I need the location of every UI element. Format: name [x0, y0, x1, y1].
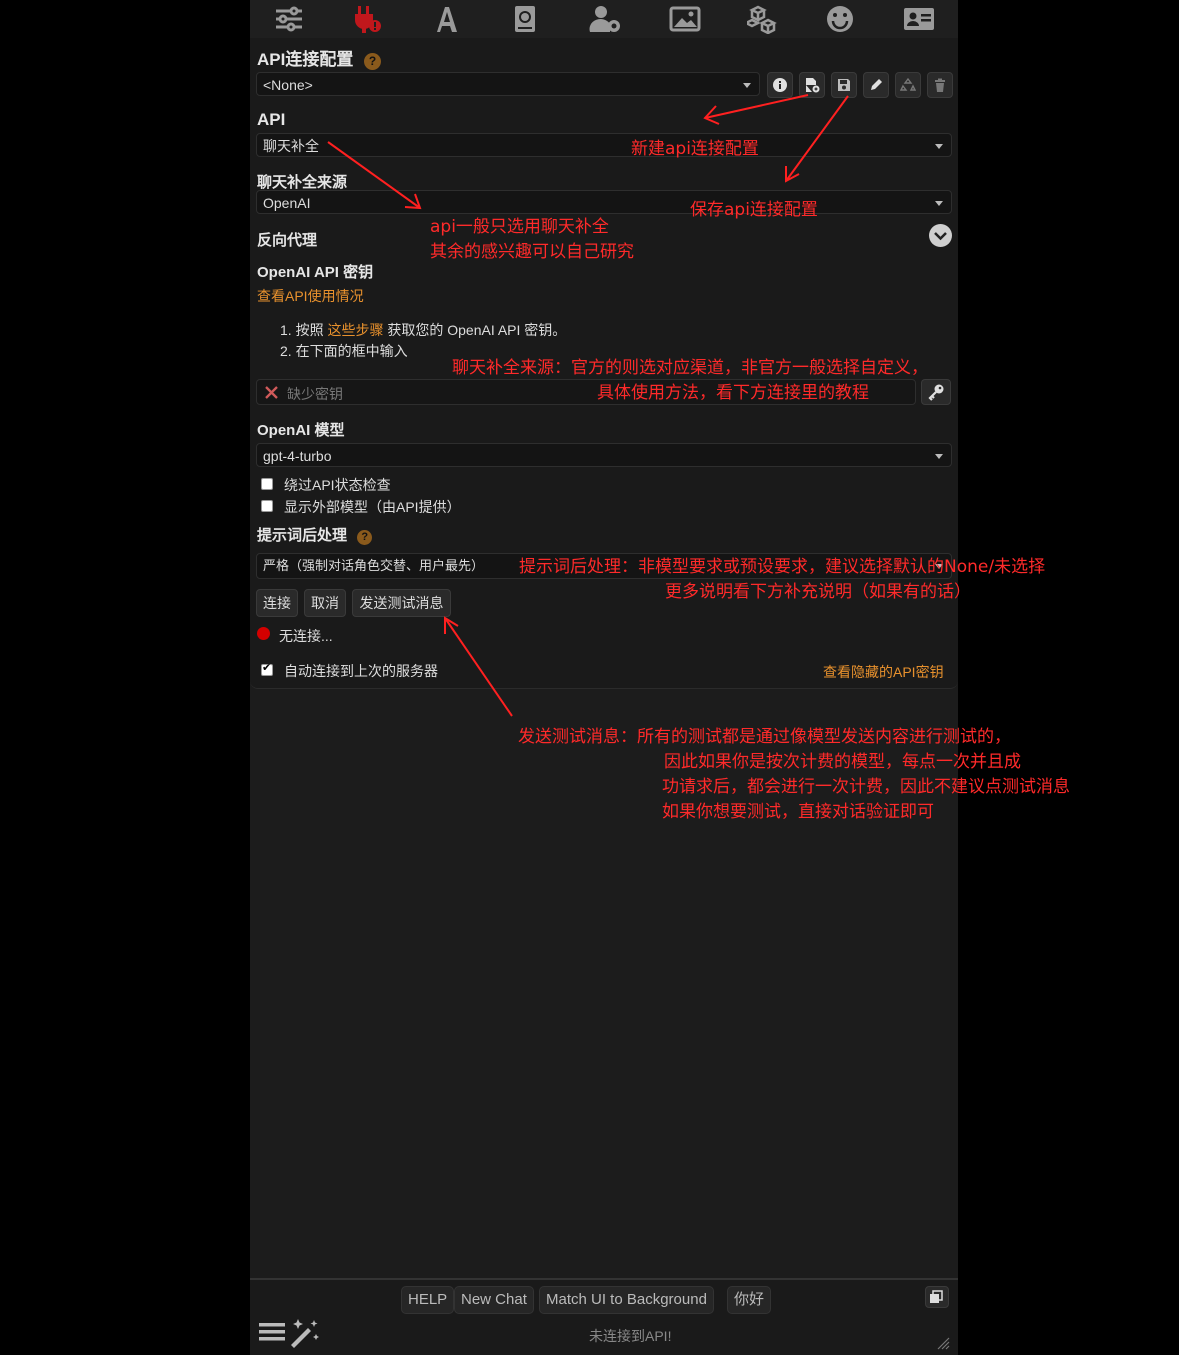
annotation-test-3: 功请求后，都会进行一次计费，因此不建议点测试消息	[662, 777, 1070, 797]
cubes-icon[interactable]	[746, 3, 780, 35]
annotation-api-choice-1: api一般只选用聊天补全	[430, 217, 609, 237]
connect-button[interactable]: 连接	[256, 589, 298, 617]
info-icon[interactable]	[767, 72, 793, 98]
missing-key-icon	[265, 386, 278, 399]
new-profile-icon[interactable]	[799, 72, 825, 98]
api-usage-link[interactable]: 查看API使用情况	[257, 286, 364, 306]
annotation-test-4: 如果你想要测试，直接对话验证即可	[662, 802, 934, 822]
model-label: OpenAI 模型	[257, 422, 345, 439]
model-select[interactable]: gpt-4-turbo	[256, 443, 952, 467]
instructions-step2: 2. 在下面的框中输入	[280, 343, 408, 359]
user-gear-icon[interactable]	[588, 3, 622, 35]
annotation-save-config: 保存api连接配置	[690, 200, 818, 220]
annotation-postproc-2: 更多说明看下方补充说明（如果有的话）	[665, 582, 971, 602]
sliders-icon[interactable]	[272, 3, 306, 35]
magic-wand-icon[interactable]	[288, 1316, 322, 1351]
settings-panel: API连接配置 ? <None> API 聊天补全 聊天补全来源 OpenAI …	[250, 0, 958, 1355]
annotation-api-choice-2: 其余的感兴趣可以自己研究	[430, 242, 634, 262]
chat-source-label: 聊天补全来源	[257, 174, 348, 191]
annotation-postproc-1: 提示词后处理：非模型要求或预设要求，建议选择默认的None/未选择	[519, 557, 1046, 577]
smile-icon[interactable]	[823, 3, 857, 35]
id-card-icon[interactable]	[902, 3, 936, 35]
save-profile-icon[interactable]	[831, 72, 857, 98]
quick-reply-match-ui[interactable]: Match UI to Background	[539, 1286, 714, 1314]
annotation-test-2: 因此如果你是按次计费的模型，每点一次并且成	[664, 752, 1021, 772]
resize-handle-icon[interactable]	[936, 1336, 950, 1353]
bypass-status-checkbox[interactable]	[261, 478, 273, 490]
image-icon[interactable]	[668, 3, 702, 35]
annotation-test-1: 发送测试消息：所有的测试都是通过像模型发送内容进行测试的，	[518, 727, 1011, 747]
annotation-source-1: 聊天补全来源：官方的则选对应渠道，非官方一般选择自定义，	[452, 358, 928, 378]
book-icon[interactable]	[508, 3, 542, 35]
plug-icon[interactable]	[350, 3, 384, 35]
api-select[interactable]: 聊天补全	[256, 133, 952, 157]
quick-reply-help[interactable]: HELP	[401, 1286, 455, 1314]
hidden-keys-link[interactable]: 查看隐藏的API密钥	[823, 662, 944, 682]
font-icon[interactable]	[430, 3, 464, 35]
reload-profile-icon[interactable]	[895, 72, 921, 98]
postprocess-label: 提示词后处理 ?	[257, 524, 373, 545]
quick-reply-new-chat[interactable]: New Chat	[454, 1286, 534, 1314]
key-icon[interactable]	[921, 379, 951, 405]
menu-icon[interactable]	[258, 1318, 286, 1349]
send-test-button[interactable]: 发送测试消息	[352, 589, 451, 617]
bottom-bar: HELP New Chat Match UI to Background 你好 …	[250, 1278, 958, 1355]
rename-profile-icon[interactable]	[863, 72, 889, 98]
bypass-status-label: 绕过API状态检查	[284, 477, 391, 493]
delete-profile-icon[interactable]	[927, 72, 953, 98]
chevron-down-icon[interactable]	[929, 224, 952, 247]
reverse-proxy-label: 反向代理	[257, 232, 318, 249]
copy-icon[interactable]	[925, 1286, 949, 1308]
api-label: API	[257, 110, 286, 129]
connection-status-footer: 未连接到API!	[589, 1328, 672, 1344]
help-icon[interactable]: ?	[364, 52, 382, 70]
cancel-button[interactable]: 取消	[304, 589, 346, 617]
openai-key-label: OpenAI API 密钥	[257, 264, 374, 281]
api-config-title: API连接配置 ?	[257, 45, 382, 70]
top-toolbar	[250, 0, 958, 39]
chat-source-select[interactable]: OpenAI	[256, 190, 952, 214]
show-external-checkbox[interactable]	[261, 500, 273, 512]
auto-connect-checkbox[interactable]	[261, 661, 273, 676]
annotation-source-2: 具体使用方法，看下方连接里的教程	[597, 383, 869, 403]
show-external-label: 显示外部模型（由API提供）	[284, 499, 461, 515]
steps-link[interactable]: 这些步骤	[327, 322, 383, 338]
status-indicator	[257, 627, 270, 640]
status-text: 无连接...	[279, 628, 333, 644]
help-icon[interactable]: ?	[357, 529, 373, 545]
connection-profile-select[interactable]: <None>	[256, 72, 760, 96]
instructions-step1: 1. 按照 这些步骤 获取您的 OpenAI API 密钥。	[280, 322, 567, 338]
auto-connect-label: 自动连接到上次的服务器	[284, 663, 438, 679]
annotation-new-config: 新建api连接配置	[631, 139, 759, 159]
quick-reply-hello[interactable]: 你好	[727, 1286, 772, 1314]
